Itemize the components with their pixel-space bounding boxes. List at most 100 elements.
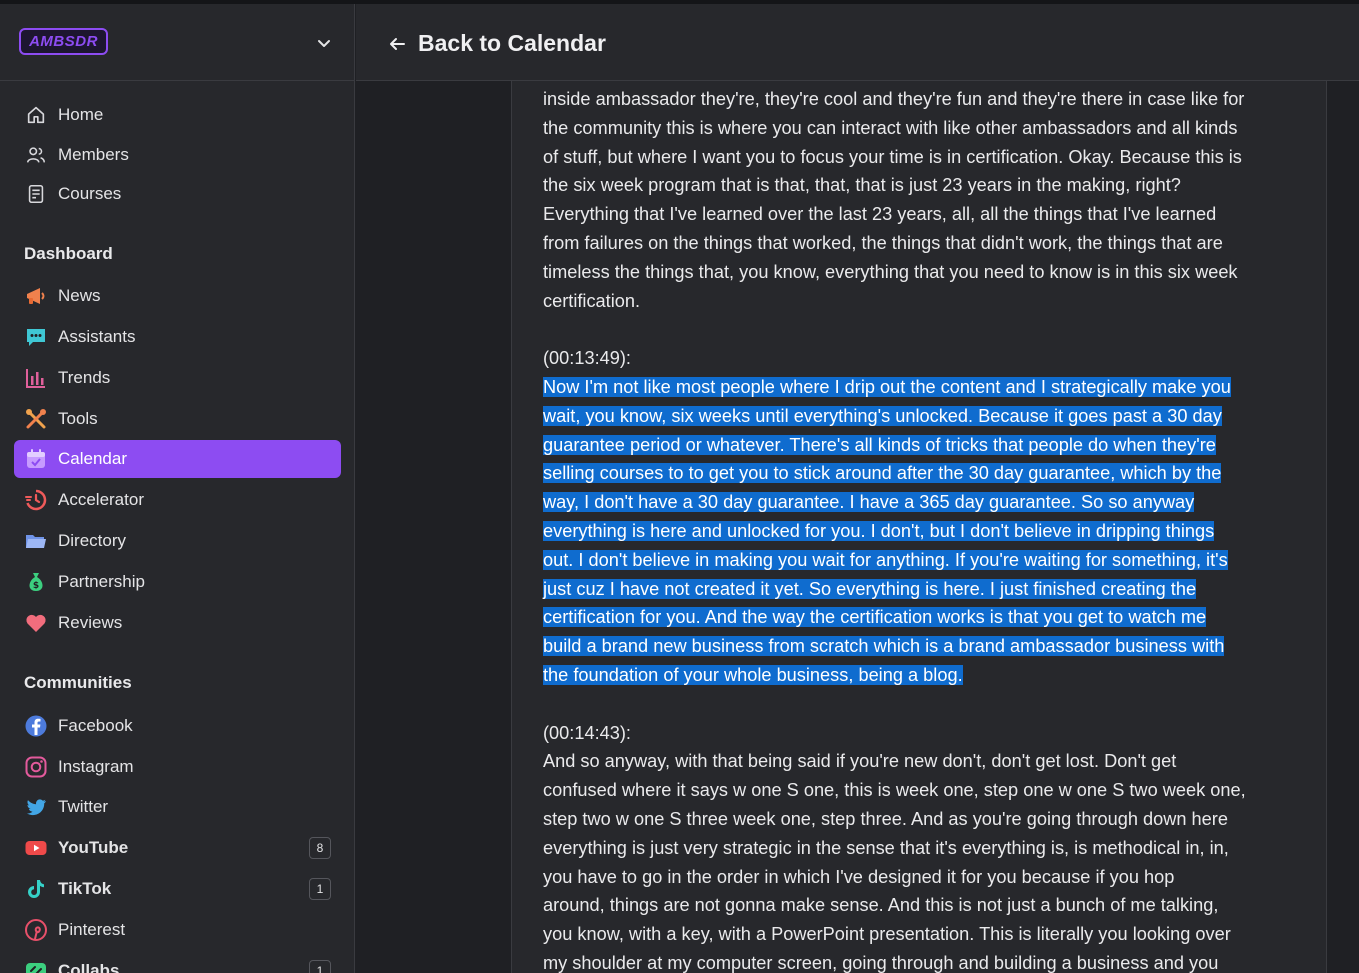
sidebar-item-label: Assistants [58,327,136,346]
collabs-icon [24,959,48,973]
selected-text: Now I'm not like most people where I dri… [543,376,1231,397]
line-text: inside ambassador they're, they're cool … [543,89,1245,109]
transcript-line: Now I'm not like most people where I dri… [543,373,1303,402]
sidebar-item-label: Directory [58,531,127,550]
sidebar-item-label: Reviews [58,613,123,632]
sidebar-item-label: TikTok [58,879,112,898]
sidebar-item-label: Accelerator [58,490,144,509]
chat-bubble-icon [24,325,48,349]
sidebar-item-calendar[interactable]: Calendar [14,440,341,478]
sidebar-item-courses[interactable]: Courses [14,175,341,213]
selected-text: guarantee period or whatever. There's al… [543,434,1216,455]
brand-row: AMBSDR [0,4,354,81]
sidebar-item-news[interactable]: News [14,277,341,315]
heart-icon [24,611,48,635]
twitter-icon [24,795,48,819]
notification-badge: 8 [309,837,331,859]
transcript-line: inside ambassador they're, they're cool … [543,85,1303,114]
selected-text: wait, you know, six weeks until everythi… [543,405,1222,426]
transcript-line: everything is here and unlocked for you.… [543,517,1303,546]
sidebar-item-tools[interactable]: Tools [14,400,341,438]
sidebar-item-home[interactable]: Home [14,96,341,134]
line-text: Everything that I've learned over the la… [543,204,1217,225]
sidebar-item-tiktok[interactable]: TikTok 1 [14,870,341,908]
back-to-calendar-link[interactable]: Back to Calendar [388,30,606,57]
sidebar-item-label: Collabs [58,961,120,973]
sidebar-item-trends[interactable]: Trends [14,359,341,397]
sidebar-item-label: Instagram [58,757,134,776]
sidebar: AMBSDR Home Members Courses Dashboard Ne… [0,4,355,973]
line-text: confused where it says w one S one, this… [543,780,1246,801]
chevron-down-icon[interactable] [316,35,332,51]
transcript-line: the six week program that is that, that,… [543,171,1303,200]
sidebar-item-pinterest[interactable]: Pinterest [14,911,341,949]
sidebar-item-twitter[interactable]: Twitter [14,788,341,826]
sidebar-item-label: News [58,286,101,305]
instagram-icon [24,755,48,779]
transcript-line: confused where it says w one S one, this… [543,776,1303,805]
sidebar-item-instagram[interactable]: Instagram [14,748,341,786]
transcript-line: build a brand new business from scratch … [543,632,1303,661]
megaphone-icon [24,284,48,308]
sidebar-item-youtube[interactable]: YouTube 8 [14,829,341,867]
line-text: step two w one S three week one, step th… [543,808,1228,829]
sidebar-item-partnership[interactable]: $ Partnership [14,563,341,601]
line-text: my shoulder at my computer screen, going… [543,952,1219,973]
transcript-text[interactable]: inside ambassador they're, they're cool … [543,85,1303,973]
sidebar-item-collabs[interactable]: Collabs 1 [14,952,341,973]
transcript-line: timeless the things that, you know, ever… [543,258,1303,287]
transcript-line: certification. [543,287,1303,316]
transcript-line: And so anyway, with that being said if y… [543,747,1303,776]
sidebar-item-label: Trends [58,368,111,387]
calendar-icon [24,447,48,471]
bar-chart-icon [24,366,48,390]
timestamp: (00:14:43): [543,722,631,743]
sidebar-item-facebook[interactable]: Facebook [14,707,341,745]
transcript-line: just cuz I have not created it yet. So e… [543,575,1303,604]
line-text: around, things are not gonna make sense.… [543,895,1219,916]
transcript-panel[interactable]: inside ambassador they're, they're cool … [511,81,1327,973]
line-text: certification. [543,290,641,311]
selected-text: everything is here and unlocked for you.… [543,520,1215,541]
transcript-paragraph-selected: Now I'm not like most people where I dri… [543,373,1303,690]
transcript-line: you know, with a key, with a PowerPoint … [543,920,1303,949]
transcript-line: wait, you know, six weeks until everythi… [543,402,1303,431]
money-bag-icon: $ [24,570,48,594]
sidebar-item-reviews[interactable]: Reviews [14,604,341,642]
tiktok-icon [24,877,48,901]
ambsdr-logo[interactable]: AMBSDR [19,28,108,55]
line-text: you have to go in the order in which I'v… [543,866,1175,887]
folder-icon [24,529,48,553]
transcript-line: around, things are not gonna make sense.… [543,891,1303,920]
transcript-line: of stuff, but where I want you to focus … [543,143,1303,172]
home-icon [24,103,48,127]
selected-text: way, I don't have a 30 day guarantee. I … [543,492,1195,513]
dashboard-section-title: Dashboard [24,244,113,263]
pinterest-icon [24,918,48,942]
notification-badge: 1 [309,960,331,973]
back-link-label: Back to Calendar [418,30,606,56]
line-text: the community this is where you can inte… [543,117,1238,138]
transcript-line: guarantee period or whatever. There's al… [543,431,1303,460]
transcript-line: out. I don't believe in making you wait … [543,546,1303,575]
transcript-paragraph-outro: And so anyway, with that being said if y… [543,747,1303,973]
line-text: of stuff, but where I want you to focus … [543,146,1242,167]
sidebar-item-label: Facebook [58,716,133,735]
transcript-line: everything is just very strategic in the… [543,834,1303,863]
sidebar-item-label: Pinterest [58,920,126,939]
courses-icon [24,182,48,206]
selected-text: just cuz I have not created it yet. So e… [543,578,1197,599]
members-icon [24,143,48,167]
sidebar-item-accelerator[interactable]: Accelerator [14,481,341,519]
selected-text: the foundation of your whole business, b… [543,664,963,685]
transcript-line: from failures on the things that worked,… [543,229,1303,258]
sidebar-item-assistants[interactable]: Assistants [14,318,341,356]
transcript-line: way, I don't have a 30 day guarantee. I … [543,488,1303,517]
sidebar-item-directory[interactable]: Directory [14,522,341,560]
line-text: from failures on the things that worked,… [543,232,1223,253]
selected-text: build a brand new business from scratch … [543,636,1225,657]
sidebar-item-label: Tools [58,409,98,428]
sidebar-item-members[interactable]: Members [14,136,341,174]
sidebar-item-label: Calendar [58,449,127,468]
